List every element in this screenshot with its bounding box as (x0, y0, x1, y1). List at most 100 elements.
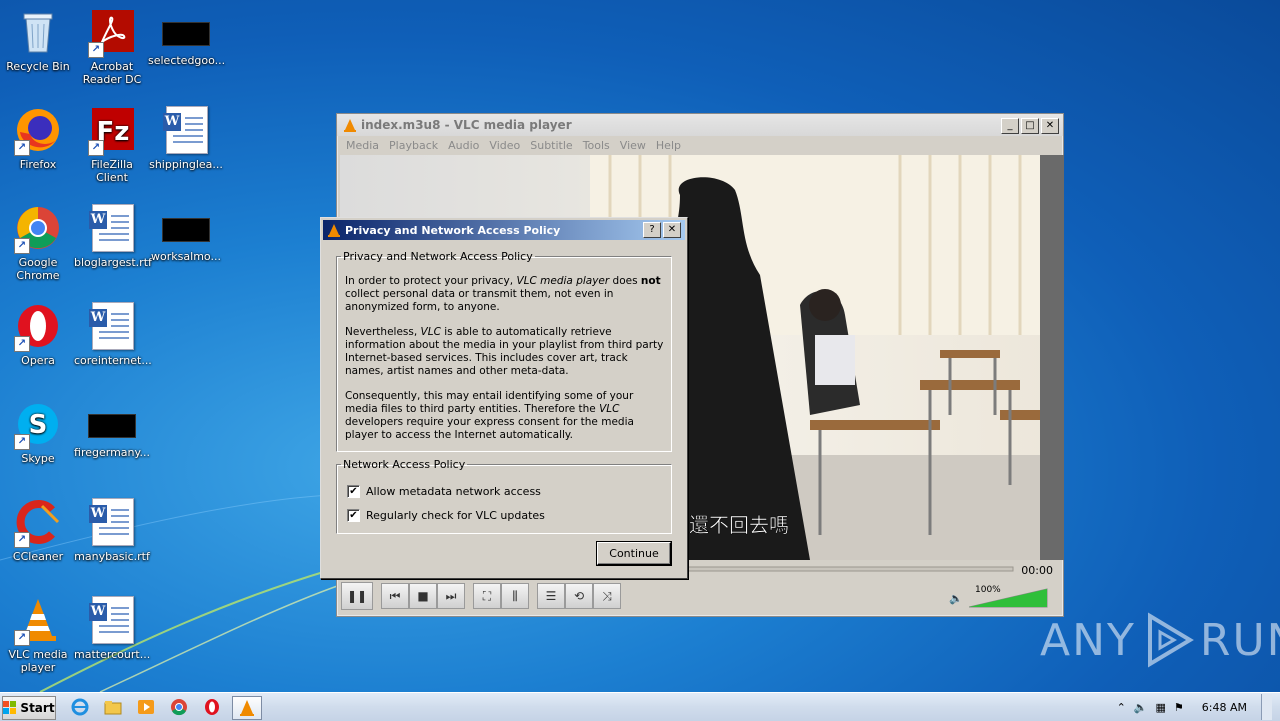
menu-video[interactable]: Video (484, 139, 525, 152)
stop-button[interactable]: ■ (409, 583, 437, 609)
desktop-icon-skype[interactable]: S ↗ Skype (0, 400, 76, 465)
shortcut-arrow-icon: ↗ (14, 630, 30, 646)
menu-media[interactable]: Media (341, 139, 384, 152)
watermark-right: RUN (1199, 614, 1280, 666)
desktop-icon-label: VLC media player (8, 648, 68, 674)
windows-logo-icon (3, 701, 17, 714)
network-icon[interactable]: ▦ (1156, 701, 1166, 714)
clock[interactable]: 6:48 AM (1202, 701, 1247, 714)
menu-playback[interactable]: Playback (384, 139, 443, 152)
word-doc-icon: W (88, 302, 136, 350)
chrome-icon: ↗ (14, 204, 62, 254)
volume-slider[interactable]: 100% (968, 585, 1049, 609)
word-doc-icon: W (88, 498, 136, 546)
playlist-button[interactable]: ☰ (537, 583, 565, 609)
ccleaner-icon: ↗ (14, 498, 62, 548)
desktop-icon-bloglargest[interactable]: W bloglargest.rtf (74, 204, 152, 269)
desktop-icon-label: CCleaner (12, 550, 64, 563)
desktop-icon-chrome[interactable]: ↗ Google Chrome (0, 204, 76, 282)
loop-button[interactable]: ⟲ (565, 583, 593, 609)
black-file-icon (162, 22, 210, 46)
desktop-icon-ccleaner[interactable]: ↗ CCleaner (0, 498, 76, 563)
black-file-icon (88, 414, 136, 438)
taskbar-vlc-icon[interactable] (232, 696, 262, 720)
shortcut-arrow-icon: ↗ (14, 336, 30, 352)
close-button[interactable]: ✕ (1041, 118, 1059, 134)
desktop-icon-coreinternet[interactable]: W coreinternet... (74, 302, 152, 367)
action-center-flag-icon[interactable]: ⚑ (1174, 701, 1184, 714)
update-check-checkbox-row[interactable]: ✔ Regularly check for VLC updates (347, 509, 545, 522)
anyrun-watermark: ANY RUN (1040, 612, 1280, 668)
firefox-icon: ↗ (14, 106, 62, 156)
word-doc-icon: W (88, 596, 136, 644)
menu-audio[interactable]: Audio (443, 139, 484, 152)
taskbar-chrome-icon[interactable] (165, 696, 193, 718)
desktop-icon-selectedgoo[interactable]: selectedgoo... (148, 8, 226, 67)
extended-settings-button[interactable]: ⫼ (501, 583, 529, 609)
time-display[interactable]: 00:00 (1021, 564, 1053, 577)
pause-button[interactable]: ❚❚ (341, 582, 373, 610)
desktop-icon-shippinglea[interactable]: W shippinglea... (148, 106, 224, 171)
desktop-icon-label: Skype (21, 452, 55, 465)
vlc-titlebar[interactable]: index.m3u8 - VLC media player (337, 114, 1063, 136)
metadata-access-checkbox[interactable]: ✔ (347, 485, 360, 498)
desktop-icon-label: Firefox (19, 158, 57, 171)
dialog-close-button[interactable]: ✕ (663, 222, 681, 238)
previous-button[interactable]: ⏮ (381, 583, 409, 609)
show-desktop-button[interactable] (1261, 694, 1272, 720)
desktop-icon-acrobat[interactable]: ↗ Acrobat Reader DC (74, 8, 150, 86)
taskbar-media-player-icon[interactable] (132, 696, 160, 718)
desktop-icon-filezilla[interactable]: Fz ↗ FileZilla Client (74, 106, 150, 184)
update-check-checkbox[interactable]: ✔ (347, 509, 360, 522)
menu-help[interactable]: Help (651, 139, 686, 152)
help-button[interactable]: ? (643, 222, 661, 238)
taskbar-opera-icon[interactable] (198, 696, 226, 718)
network-group-legend: Network Access Policy (343, 458, 466, 471)
shortcut-arrow-icon: ↗ (14, 238, 30, 254)
desktop-icon-mattercourt[interactable]: W mattercourt... (74, 596, 150, 661)
maximize-button[interactable]: □ (1021, 118, 1039, 134)
desktop-icon-label: firegermany... (74, 446, 150, 459)
menu-subtitle[interactable]: Subtitle (525, 139, 577, 152)
desktop-icon-label: FileZilla Client (91, 158, 133, 184)
desktop-icon-firegermany[interactable]: firegermany... (74, 400, 150, 459)
desktop-icon-label: bloglargest.rtf (74, 256, 152, 269)
privacy-group-legend: Privacy and Network Access Policy (343, 250, 533, 263)
desktop-icon-label: selectedgoo... (148, 54, 226, 67)
play-logo-icon (1147, 612, 1194, 668)
speaker-icon[interactable]: 🔈 (949, 592, 963, 605)
volume-icon[interactable]: 🔈 (1134, 701, 1148, 714)
desktop-icon-label: worksalmo... (151, 250, 221, 263)
metadata-access-label: Allow metadata network access (366, 485, 541, 498)
metadata-access-checkbox-row[interactable]: ✔ Allow metadata network access (347, 485, 541, 498)
shuffle-button[interactable]: ⤨ (593, 583, 621, 609)
watermark-left: ANY (1040, 614, 1136, 666)
acrobat-icon: ↗ (88, 8, 136, 58)
fullscreen-button[interactable]: ⛶ (473, 583, 501, 609)
desktop-icon-label: Acrobat Reader DC (82, 60, 142, 86)
menu-view[interactable]: View (615, 139, 651, 152)
minimize-button[interactable]: _ (1001, 118, 1019, 134)
desktop-icon-worksalmo[interactable]: worksalmo... (148, 204, 224, 263)
desktop-icon-firefox[interactable]: ↗ Firefox (0, 106, 76, 171)
volume-control: 🔈 100% (949, 585, 1049, 609)
start-button[interactable]: Start (2, 696, 56, 720)
desktop-icon-opera[interactable]: ↗ Opera (0, 302, 76, 367)
continue-button[interactable]: Continue (596, 541, 672, 566)
show-hidden-icons-icon[interactable]: ⌃ (1117, 701, 1126, 714)
desktop-icon-manybasic[interactable]: W manybasic.rtf (74, 498, 150, 563)
desktop-icon-recycle-bin[interactable]: Recycle Bin (0, 8, 76, 73)
taskbar-ie-icon[interactable] (66, 696, 94, 718)
taskbar: Start ⌃ 🔈 ▦ ⚑ 6:48 AM (0, 692, 1280, 721)
opera-icon: ↗ (14, 302, 62, 352)
dialog-titlebar[interactable]: Privacy and Network Access Policy (323, 220, 685, 240)
taskbar-explorer-icon[interactable] (99, 696, 127, 718)
system-tray: ⌃ 🔈 ▦ ⚑ 6:48 AM (1117, 693, 1280, 721)
desktop-icon-label: Opera (21, 354, 55, 367)
vlc-cone-icon (344, 119, 356, 132)
desktop-icon-label: coreinternet... (74, 354, 152, 367)
next-button[interactable]: ⏭ (437, 583, 465, 609)
menu-tools[interactable]: Tools (578, 139, 615, 152)
desktop-icon-vlc[interactable]: ↗ VLC media player (0, 596, 76, 674)
update-check-label: Regularly check for VLC updates (366, 509, 545, 522)
